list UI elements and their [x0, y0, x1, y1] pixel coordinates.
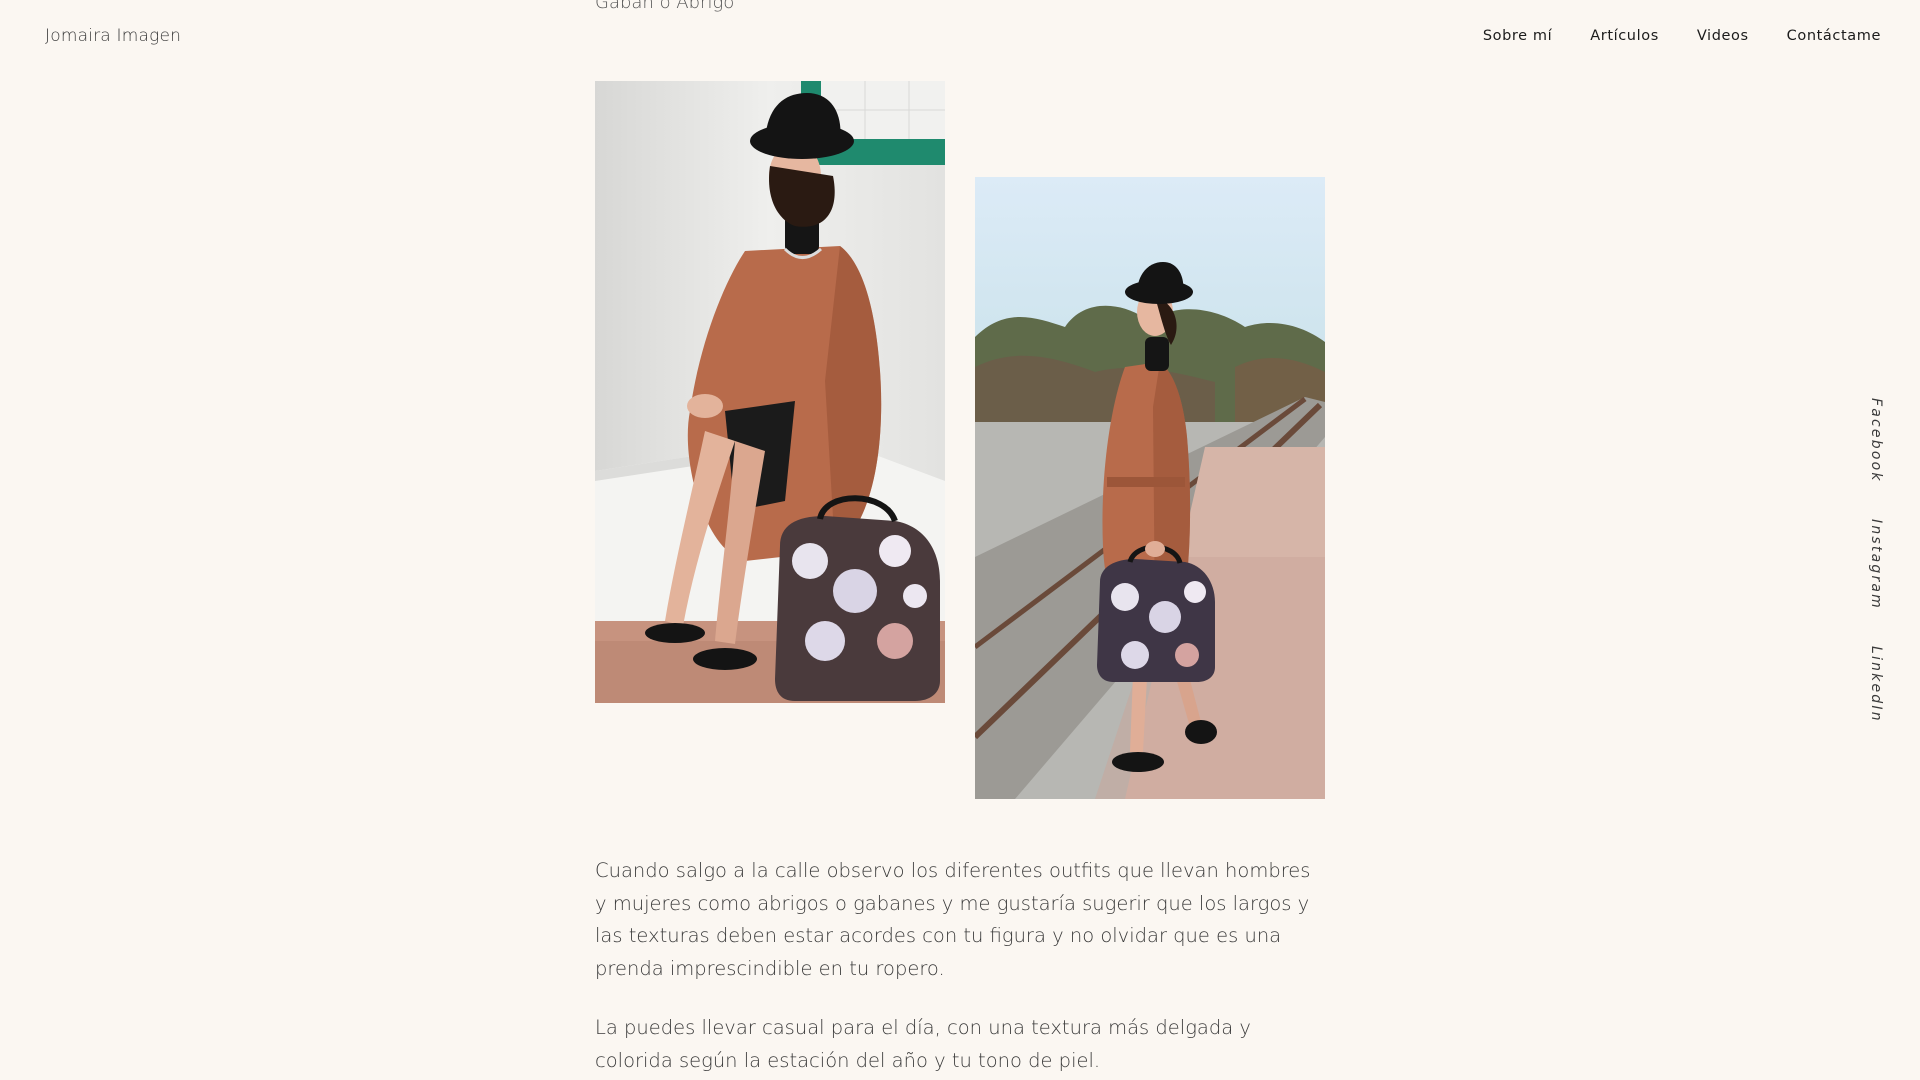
page: Jomaira Imagen Sobre mí Artículos Videos… — [0, 0, 1920, 1080]
main-nav: Sobre mí Artículos Videos Contáctame — [1483, 28, 1881, 44]
social-facebook-link[interactable]: Facebook — [1868, 398, 1884, 483]
article-paragraph: Cuando salgo a la calle observo los dife… — [595, 859, 1311, 980]
social-instagram-link[interactable]: Instagram — [1868, 519, 1884, 610]
article-subtitle: Gabán o Abrigo — [595, 0, 735, 13]
article-paragraph: La puedes llevar casual para el día, con… — [595, 1016, 1251, 1072]
site-logo[interactable]: Jomaira Imagen — [45, 26, 181, 46]
article-body: Cuando salgo a la calle observo los dife… — [595, 855, 1325, 1080]
social-links: Facebook Instagram LinkedIn — [1868, 398, 1884, 722]
nav-videos[interactable]: Videos — [1697, 28, 1749, 44]
nav-contactame[interactable]: Contáctame — [1787, 28, 1881, 44]
social-linkedin-link[interactable]: LinkedIn — [1868, 646, 1884, 723]
photo-seated-woman — [595, 81, 945, 703]
photo-railway-woman — [975, 177, 1325, 799]
nav-articulos[interactable]: Artículos — [1590, 28, 1659, 44]
nav-sobre-mi[interactable]: Sobre mí — [1483, 28, 1552, 44]
